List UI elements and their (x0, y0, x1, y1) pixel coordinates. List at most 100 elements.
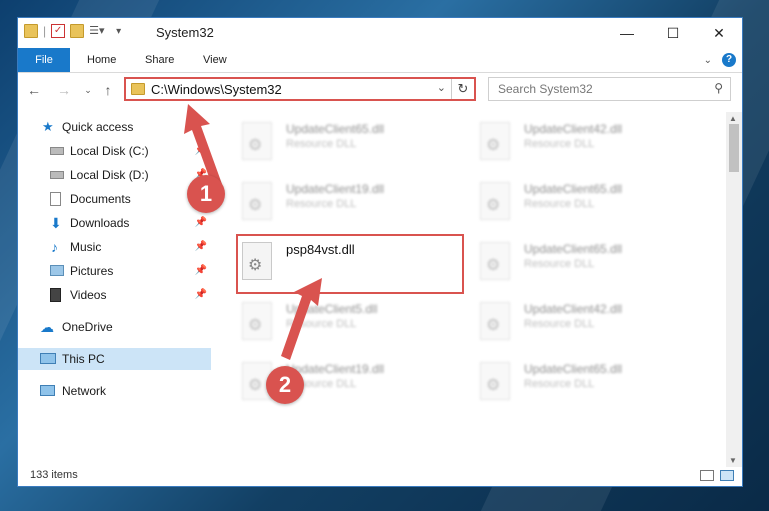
tab-share[interactable]: Share (132, 48, 187, 72)
pin-icon[interactable]: 📌 (195, 284, 207, 306)
scroll-down-icon[interactable]: ▼ (729, 456, 737, 465)
file-name: UpdateClient65.dll (524, 362, 623, 376)
search-input[interactable]: Search System32 ⚲ (488, 77, 731, 101)
title-bar: | ✓ ☰▾ ▾ System32 — ☐ ✕ (18, 18, 742, 48)
customize-toolbar-icon[interactable]: ☰▾ (89, 24, 111, 38)
sidebar-item-downloads[interactable]: ⬇ Downloads 📌 (18, 212, 211, 234)
dll-file-icon (480, 122, 510, 160)
file-item[interactable]: UpdateClient65.dll Resource DLL (476, 356, 696, 410)
file-type: Resource DLL (524, 378, 595, 390)
folder-icon (24, 24, 38, 38)
file-type: Resource DLL (286, 198, 357, 210)
pin-icon[interactable]: 📌 (195, 140, 207, 162)
sidebar-item-local-disk-d[interactable]: Local Disk (D:) 📌 (18, 164, 211, 186)
explorer-window: | ✓ ☰▾ ▾ System32 — ☐ ✕ File Home Share … (17, 17, 743, 487)
pin-icon[interactable]: 📌 (195, 260, 207, 282)
sidebar-item-label: Network (62, 384, 107, 398)
sidebar-item-label: Pictures (70, 264, 114, 278)
scroll-thumb[interactable] (729, 124, 739, 172)
sidebar-item-quick-access[interactable]: ★ Quick access (18, 116, 211, 138)
file-type: Resource DLL (286, 318, 357, 330)
file-item[interactable]: UpdateClient65.dll Resource DLL (476, 236, 696, 290)
sidebar-item-videos[interactable]: Videos 📌 (18, 284, 211, 306)
music-icon: ♪ (51, 239, 58, 255)
address-bar[interactable]: C:\Windows\System32 ⌄ ↻ (124, 77, 476, 101)
file-name: UpdateClient65.dll (286, 122, 385, 136)
up-arrow-icon[interactable]: ↑ (98, 80, 118, 100)
sidebar-item-label: Quick access (62, 120, 134, 134)
close-button[interactable]: ✕ (696, 18, 742, 48)
expand-ribbon-icon[interactable]: ⌄ (704, 55, 712, 66)
file-name: UpdateClient5.dll (286, 302, 378, 316)
sidebar-item-label: OneDrive (62, 320, 113, 334)
dll-file-icon (480, 362, 510, 400)
drive-icon (50, 147, 64, 155)
dll-file-icon (242, 182, 272, 220)
tab-view[interactable]: View (190, 48, 240, 72)
cloud-icon: ☁ (40, 319, 54, 335)
documents-icon (50, 192, 61, 206)
file-item[interactable]: UpdateClient19.dll Resource DLL (238, 176, 458, 230)
file-item[interactable]: UpdateClient5.dll Resource DLL (238, 296, 458, 350)
dll-file-icon (480, 182, 510, 220)
pin-icon[interactable]: 📌 (195, 236, 207, 258)
scroll-up-icon[interactable]: ▲ (729, 114, 737, 123)
vertical-scrollbar[interactable]: ▲ ▼ (726, 112, 742, 467)
forward-arrow-icon[interactable]: → (54, 80, 74, 100)
sidebar-item-pictures[interactable]: Pictures 📌 (18, 260, 211, 282)
sidebar-item-local-disk-c[interactable]: Local Disk (C:) 📌 (18, 140, 211, 162)
sidebar-item-onedrive[interactable]: ☁ OneDrive (18, 316, 211, 338)
ribbon-right-controls: ⌄ ? (704, 53, 736, 67)
file-item[interactable]: UpdateClient65.dll Resource DLL (476, 176, 696, 230)
minimize-button[interactable]: — (604, 18, 650, 48)
refresh-icon[interactable]: ↻ (451, 79, 474, 99)
ribbon-tabs: File Home Share View ⌄ ? (18, 48, 742, 73)
navigation-pane: ★ Quick access Local Disk (C:) 📌 Local D… (18, 112, 211, 467)
file-item[interactable]: UpdateClient65.dll Resource DLL (238, 116, 458, 170)
file-type: Resource DLL (524, 138, 595, 150)
file-list: UpdateClient65.dll Resource DLL UpdateCl… (218, 112, 728, 467)
maximize-button[interactable]: ☐ (650, 18, 696, 48)
details-view-icon[interactable] (700, 470, 714, 481)
download-icon: ⬇ (50, 215, 62, 231)
sidebar-item-music[interactable]: ♪ Music 📌 (18, 236, 211, 258)
sidebar-item-this-pc[interactable]: This PC (18, 348, 211, 370)
sidebar-item-label: This PC (62, 352, 105, 366)
pin-icon[interactable]: 📌 (195, 212, 207, 234)
sidebar-item-label: Videos (70, 288, 107, 302)
sidebar-item-documents[interactable]: Documents 📌 (18, 188, 211, 210)
sidebar-item-label: Local Disk (C:) (70, 144, 149, 158)
dll-file-icon (480, 302, 510, 340)
file-highlight-box (236, 234, 464, 294)
dll-file-icon (242, 302, 272, 340)
help-icon[interactable]: ? (722, 53, 736, 67)
file-item[interactable]: UpdateClient42.dll Resource DLL (476, 296, 696, 350)
file-type: Resource DLL (524, 258, 595, 270)
file-type: Resource DLL (286, 138, 357, 150)
videos-icon (50, 288, 61, 302)
properties-icon[interactable]: ✓ (51, 24, 66, 38)
status-bar: 133 items (18, 466, 742, 486)
file-type: Resource DLL (524, 318, 595, 330)
tab-home[interactable]: Home (74, 48, 129, 72)
sidebar-item-network[interactable]: Network (18, 380, 211, 402)
pictures-icon (50, 265, 64, 276)
drive-icon (50, 171, 64, 179)
dll-file-icon (480, 242, 510, 280)
recent-locations-icon[interactable]: ⌄ (78, 80, 98, 100)
address-path[interactable]: C:\Windows\System32 (151, 82, 282, 97)
qat-dropdown-icon[interactable]: ▾ (116, 26, 121, 37)
address-dropdown-icon[interactable]: ⌄ (437, 81, 446, 94)
file-item[interactable]: UpdateClient42.dll Resource DLL (476, 116, 696, 170)
navigation-bar: ← → ⌄ ↑ C:\Windows\System32 ⌄ ↻ Search S… (18, 76, 742, 104)
tab-file[interactable]: File (18, 48, 70, 72)
new-folder-icon[interactable] (70, 24, 85, 38)
search-icon: ⚲ (714, 81, 723, 95)
file-name: UpdateClient19.dll (286, 182, 385, 196)
window-title: System32 (156, 25, 214, 40)
separator: | (43, 24, 47, 38)
large-icons-view-icon[interactable] (720, 470, 734, 481)
quick-access-toolbar: | ✓ ☰▾ ▾ (24, 24, 121, 38)
back-arrow-icon[interactable]: ← (24, 80, 44, 100)
computer-icon (40, 353, 56, 364)
